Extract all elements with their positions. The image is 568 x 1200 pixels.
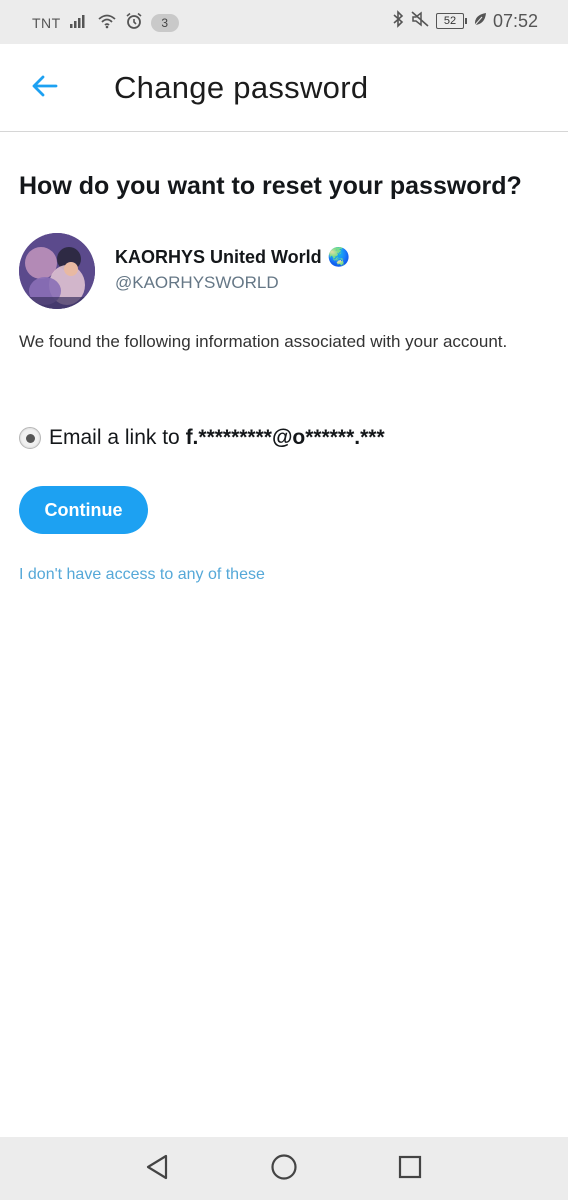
screen: TNT 3 52 07:52 Change password How do yo…	[0, 0, 568, 1200]
masked-email: f.*********@o******.***	[185, 426, 385, 449]
battery-level: 52	[435, 13, 464, 29]
email-option-prefix: Email a link to	[49, 426, 186, 449]
wifi-icon	[97, 13, 117, 33]
battery-icon: 52	[435, 13, 467, 29]
recents-square-icon	[397, 1154, 423, 1185]
account-name-text: KAORHYS United World	[115, 247, 322, 267]
email-option[interactable]: Email a link to f.*********@o******.***	[19, 426, 385, 450]
no-access-link[interactable]: I don't have access to any of these	[19, 566, 265, 584]
home-circle-icon	[270, 1153, 298, 1186]
info-text: We found the following information assoc…	[19, 332, 508, 351]
globe-emoji-icon: 🌏	[327, 247, 351, 267]
signal-icon	[69, 13, 89, 33]
system-nav-bar	[0, 1137, 568, 1200]
account-name: KAORHYS United World 🌏	[115, 247, 350, 268]
avatar	[19, 233, 95, 309]
reset-heading: How do you want to reset your password?	[19, 172, 522, 200]
status-right: 52 07:52	[392, 10, 538, 32]
radio-selected-dot	[25, 433, 35, 443]
status-bar: TNT 3 52 07:52	[0, 0, 568, 44]
continue-button[interactable]: Continue	[19, 486, 148, 534]
bluetooth-icon	[392, 10, 404, 32]
back-arrow-icon	[30, 74, 58, 103]
clock: 07:52	[492, 10, 538, 31]
nav-recents-button[interactable]	[392, 1151, 428, 1187]
alarm-icon	[125, 12, 143, 34]
back-button[interactable]	[24, 68, 64, 108]
notification-count-badge: 3	[150, 14, 179, 32]
email-option-radio[interactable]	[19, 427, 41, 449]
page-title: Change password	[114, 70, 369, 105]
nav-home-button[interactable]	[266, 1151, 302, 1187]
mute-icon	[410, 10, 430, 32]
email-option-label: Email a link to f.*********@o******.***	[49, 426, 385, 450]
back-triangle-icon	[144, 1153, 170, 1186]
account-handle: @KAORHYSWORLD	[115, 273, 279, 292]
carrier-label: TNT	[32, 15, 61, 31]
leaf-icon	[473, 11, 487, 31]
app-header: Change password	[0, 44, 568, 132]
nav-back-button[interactable]	[139, 1151, 175, 1187]
status-left: TNT 3	[32, 12, 179, 34]
